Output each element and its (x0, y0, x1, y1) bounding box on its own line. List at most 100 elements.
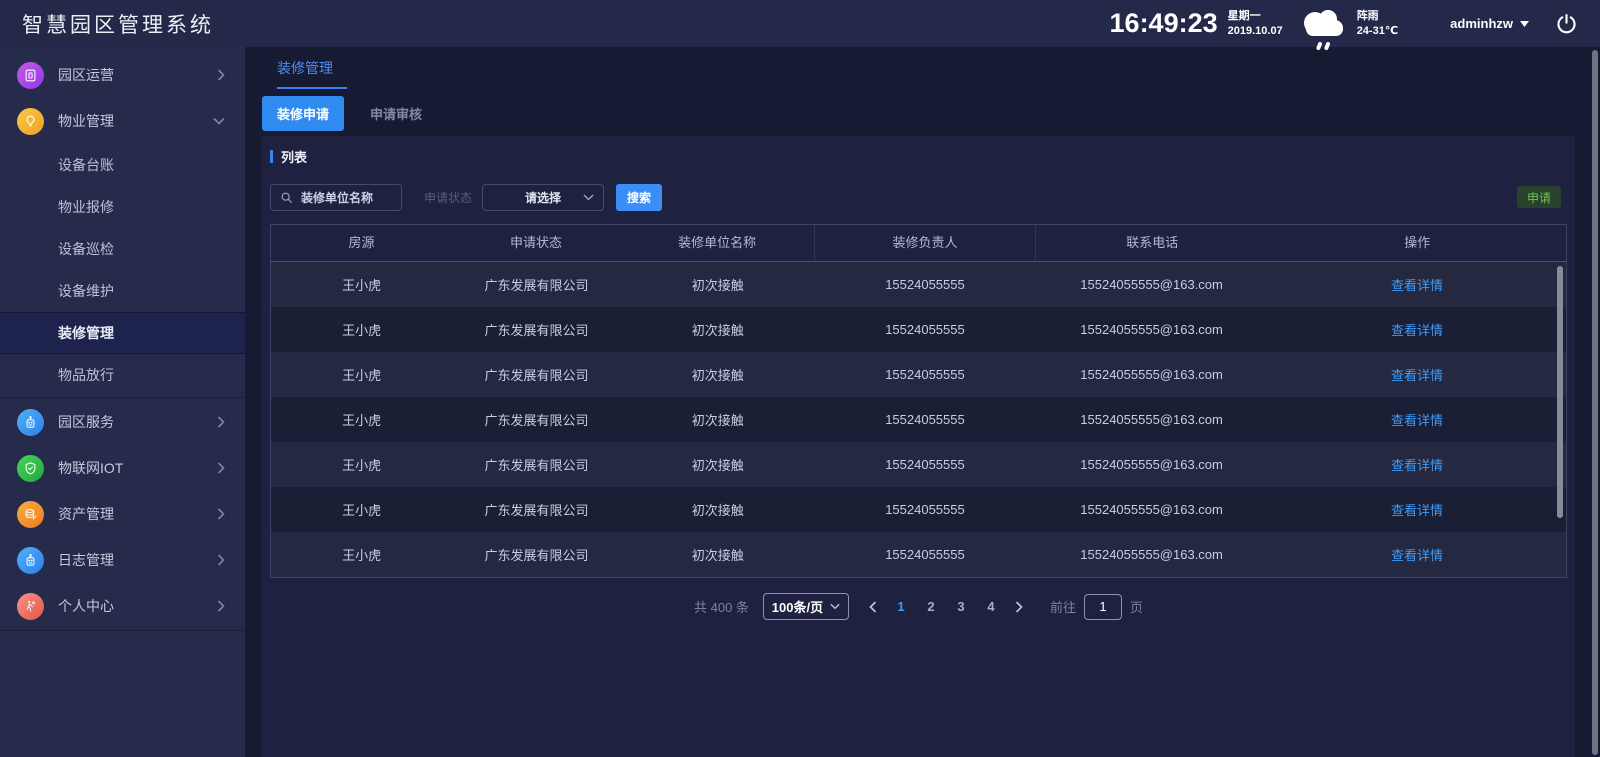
sidebar-item-label: 个人中心 (58, 596, 217, 616)
table-row: 王小虎 广东发展有限公司 初次接触 15524055555 1552405555… (271, 487, 1566, 532)
weather-block: 阵雨 24-31℃ (1357, 9, 1398, 38)
status-filter-label: 申请状态 (424, 189, 472, 206)
sidebar-subitem-device-ledger[interactable]: 设备台账 (0, 144, 245, 186)
cell-house: 王小虎 (271, 455, 452, 474)
prev-page-button[interactable] (869, 601, 877, 613)
pagination-total: 共 400 条 (694, 597, 749, 616)
cell-house: 王小虎 (271, 320, 452, 339)
sidebar-subitem-property-repair[interactable]: 物业报修 (0, 186, 245, 228)
cell-status: 广东发展有限公司 (452, 365, 620, 384)
sidebar-item-iot[interactable]: 物联网IOT (0, 445, 245, 491)
subitem-label: 设备台账 (58, 155, 114, 175)
subitem-label: 物品放行 (58, 365, 114, 385)
user-menu[interactable]: adminhzw (1450, 16, 1529, 31)
sidebar-item-asset-management[interactable]: 资产管理 (0, 491, 245, 537)
cell-company: 初次接触 (621, 545, 815, 564)
cell-phone: 15524055555@163.com (1035, 322, 1268, 337)
top-header: 智慧园区管理系统 16:49:23 星期一 2019.10.07 阵雨 24-3… (0, 0, 1600, 47)
column-header-phone: 联系电话 (1036, 225, 1269, 261)
main-content: 装修管理 装修申请 申请审核 列表 装修单位名称 申请状态 请选择 搜索 申请 (245, 47, 1600, 757)
sidebar-item-park-operation[interactable]: 园区运营 (0, 52, 245, 98)
page-number-2[interactable]: 2 (919, 599, 943, 614)
cell-manager: 15524055555 (815, 367, 1035, 382)
column-header-house: 房源 (271, 225, 452, 261)
page-scrollbar-thumb[interactable] (1592, 50, 1598, 755)
table-scrollbar[interactable] (1557, 266, 1563, 518)
search-input[interactable]: 装修单位名称 (270, 184, 402, 211)
cell-house: 王小虎 (271, 500, 452, 519)
chevron-right-icon (217, 554, 225, 566)
page-number-4[interactable]: 4 (979, 599, 1003, 614)
tab-apply-review[interactable]: 申请审核 (370, 104, 422, 123)
sidebar-item-label: 日志管理 (58, 550, 217, 570)
page-number-1[interactable]: 1 (889, 599, 913, 614)
chevron-down-icon (830, 603, 840, 610)
bulb-icon (17, 108, 44, 135)
goto-page-label: 前往 (1050, 597, 1076, 616)
view-details-link[interactable]: 查看详情 (1391, 413, 1443, 428)
sidebar-subitem-renovation-management[interactable]: 装修管理 (0, 312, 245, 354)
power-button[interactable] (1555, 12, 1578, 35)
cell-status: 广东发展有限公司 (452, 320, 620, 339)
next-page-button[interactable] (1015, 601, 1023, 613)
list-panel: 列表 装修单位名称 申请状态 请选择 搜索 申请 房源 申请状态 装修单位名称 (262, 136, 1575, 757)
cell-company: 初次接触 (621, 320, 815, 339)
cell-status: 广东发展有限公司 (452, 545, 620, 564)
view-details-link[interactable]: 查看详情 (1391, 323, 1443, 338)
chevron-right-icon (217, 416, 225, 428)
tab-renovation-apply[interactable]: 装修申请 (262, 96, 344, 131)
robot-icon (17, 547, 44, 574)
sidebar-item-property-management[interactable]: 物业管理 (0, 98, 245, 144)
shield-icon (17, 455, 44, 482)
page-number-3[interactable]: 3 (949, 599, 973, 614)
view-details-link[interactable]: 查看详情 (1391, 458, 1443, 473)
table-header: 房源 申请状态 装修单位名称 装修负责人 联系电话 操作 (271, 225, 1566, 262)
robot-icon (17, 409, 44, 436)
sidebar-subitem-device-inspection[interactable]: 设备巡检 (0, 228, 245, 270)
goto-page-input[interactable]: 1 (1084, 594, 1122, 620)
table-row: 王小虎 广东发展有限公司 初次接触 15524055555 1552405555… (271, 397, 1566, 442)
header-right: 16:49:23 星期一 2019.10.07 阵雨 24-31℃ adminh… (1110, 0, 1578, 58)
sidebar-item-label: 资产管理 (58, 504, 217, 524)
walking-person-icon (17, 593, 44, 620)
sidebar-subitem-device-maintenance[interactable]: 设备维护 (0, 270, 245, 312)
sidebar-divider (0, 630, 245, 631)
coins-icon (17, 501, 44, 528)
column-header-company: 装修单位名称 (620, 225, 815, 261)
page-scrollbar-track (1591, 47, 1599, 757)
sidebar: 园区运营 物业管理 设备台账 物业报修 设备巡检 设备维护 装修管理 物品放行 (0, 47, 245, 757)
cell-house: 王小虎 (271, 410, 452, 429)
cell-manager: 15524055555 (815, 277, 1035, 292)
weekday-label: 星期一 (1228, 9, 1283, 23)
search-button[interactable]: 搜索 (616, 184, 662, 211)
column-header-manager: 装修负责人 (815, 225, 1036, 261)
subitem-label: 设备巡检 (58, 239, 114, 259)
sidebar-item-personal-center[interactable]: 个人中心 (0, 583, 245, 629)
sidebar-subitem-goods-release[interactable]: 物品放行 (0, 354, 245, 396)
pagination: 共 400 条 100条/页 1 2 3 4 前往 1 页 (270, 593, 1567, 620)
page-title[interactable]: 装修管理 (277, 58, 347, 89)
page-size-select[interactable]: 100条/页 (763, 593, 849, 620)
subitem-label: 设备维护 (58, 281, 114, 301)
sidebar-item-label: 园区运营 (58, 65, 217, 85)
search-icon (280, 191, 293, 204)
chevron-down-icon (213, 117, 225, 125)
sidebar-item-log-management[interactable]: 日志管理 (0, 537, 245, 583)
apply-button[interactable]: 申请 (1517, 186, 1561, 208)
view-details-link[interactable]: 查看详情 (1391, 503, 1443, 518)
search-placeholder: 装修单位名称 (301, 189, 373, 206)
date-label: 2019.10.07 (1228, 24, 1283, 38)
status-select[interactable]: 请选择 (482, 184, 604, 211)
view-details-link[interactable]: 查看详情 (1391, 368, 1443, 383)
filter-row: 装修单位名称 申请状态 请选择 搜索 申请 (270, 183, 1567, 211)
view-details-link[interactable]: 查看详情 (1391, 278, 1443, 293)
app-title: 智慧园区管理系统 (22, 9, 214, 39)
sidebar-divider (0, 397, 245, 398)
cell-manager: 15524055555 (815, 547, 1035, 562)
cell-manager: 15524055555 (815, 412, 1035, 427)
cell-status: 广东发展有限公司 (452, 275, 620, 294)
view-details-link[interactable]: 查看详情 (1391, 548, 1443, 563)
cell-company: 初次接触 (621, 500, 815, 519)
sidebar-item-park-service[interactable]: 园区服务 (0, 399, 245, 445)
cell-company: 初次接触 (621, 365, 815, 384)
